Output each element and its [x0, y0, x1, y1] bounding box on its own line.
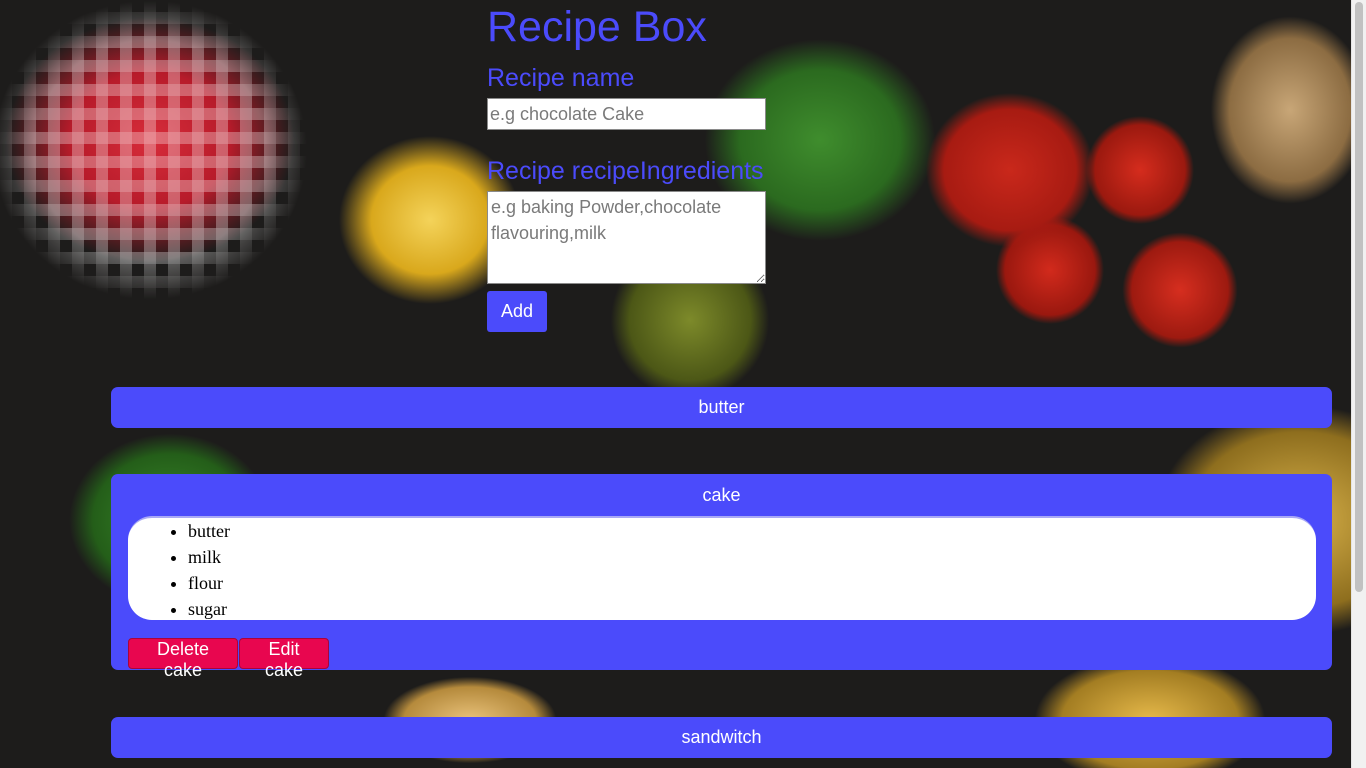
- recipe-panel-butter: butter: [111, 387, 1332, 428]
- recipe-header-butter[interactable]: butter: [111, 387, 1332, 427]
- recipe-name-input[interactable]: [487, 98, 766, 130]
- ingredient-item: milk: [188, 544, 1316, 570]
- recipe-panel-cake: cake butter milk flour sugar Delete cake…: [111, 474, 1332, 680]
- ingredient-item: sugar: [188, 596, 1316, 620]
- background-checkered-cloth: [0, 0, 380, 380]
- ingredients-box: butter milk flour sugar: [128, 516, 1316, 620]
- ingredient-item: flour: [188, 570, 1316, 596]
- add-button[interactable]: Add: [487, 291, 547, 332]
- recipe-panel-sandwitch: sandwitch: [111, 717, 1332, 758]
- vertical-scrollbar[interactable]: [1351, 0, 1366, 768]
- recipe-ingredients-input[interactable]: [487, 191, 766, 284]
- edit-recipe-button[interactable]: Edit cake: [239, 638, 329, 680]
- page-title: Recipe Box: [487, 3, 707, 51]
- recipe-form: Recipe Box Recipe name Recipe recipeIngr…: [487, 0, 807, 332]
- ingredient-item: butter: [188, 518, 1316, 544]
- recipe-actions: Delete cake Edit cake: [128, 638, 329, 680]
- recipe-ingredients-label: Recipe recipeIngredients: [487, 157, 764, 185]
- recipe-header-sandwitch[interactable]: sandwitch: [111, 717, 1332, 757]
- recipe-name-label: Recipe name: [487, 64, 635, 92]
- ingredients-list: butter milk flour sugar: [128, 518, 1316, 620]
- scrollbar-thumb[interactable]: [1355, 2, 1363, 592]
- recipe-header-cake[interactable]: cake: [111, 474, 1332, 516]
- delete-recipe-button[interactable]: Delete cake: [128, 638, 238, 680]
